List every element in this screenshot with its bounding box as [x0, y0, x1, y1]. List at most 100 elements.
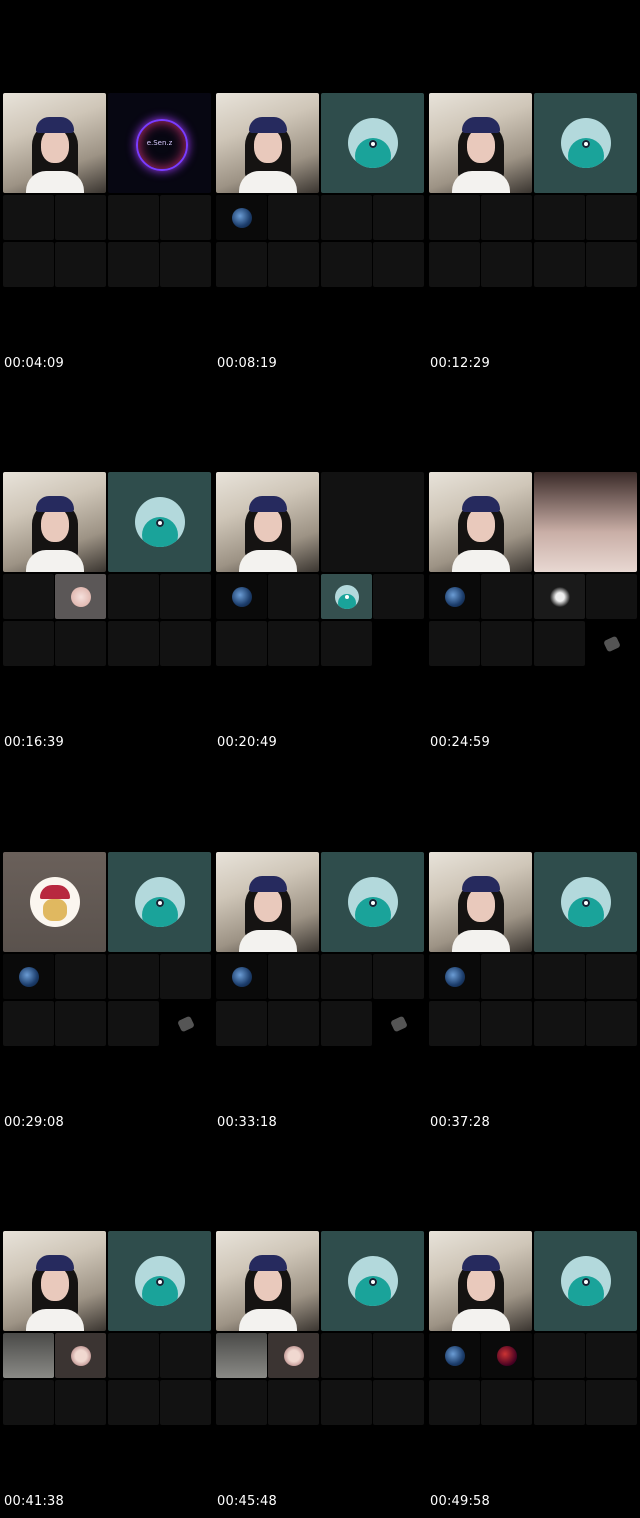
- participant-tile: [108, 1001, 159, 1046]
- person-part: [253, 1267, 282, 1301]
- timestamp: 00:29:08: [4, 1115, 64, 1130]
- participant-tile: [108, 574, 159, 619]
- participant-tile: [373, 1001, 424, 1046]
- participant-tile: [481, 954, 532, 999]
- video-tile-secondary: [321, 93, 424, 193]
- mascot-icon: [347, 118, 398, 168]
- timestamp: 00:33:18: [217, 1115, 277, 1130]
- participant-tile: [55, 1001, 106, 1046]
- participant-tile: [3, 242, 54, 287]
- thumbnail-5[interactable]: [216, 472, 424, 668]
- participant-tile: [216, 1333, 267, 1378]
- participant-tile: [160, 195, 211, 240]
- participant-tile: [216, 954, 267, 999]
- thumbnail-12[interactable]: [429, 1231, 637, 1427]
- participant-tile: [3, 954, 54, 999]
- person: [237, 109, 299, 193]
- thumbnail-2[interactable]: [216, 93, 424, 289]
- mascot-icon: [134, 1256, 185, 1306]
- person-part: [25, 1309, 84, 1331]
- video-tile-main: [3, 852, 106, 952]
- participant-tile: [321, 242, 372, 287]
- participant-tile: [429, 621, 480, 666]
- participant-tile: [268, 574, 319, 619]
- participant-tile: [429, 242, 480, 287]
- person: [237, 488, 299, 572]
- video-tile-secondary: [321, 1231, 424, 1331]
- timestamp: 00:45:48: [217, 1494, 277, 1509]
- person-part: [461, 876, 500, 892]
- video-tile-secondary: [534, 1231, 637, 1331]
- participant-tile: [268, 242, 319, 287]
- video-tile-main: [216, 852, 319, 952]
- person: [24, 488, 86, 572]
- participant-tile: [321, 954, 372, 999]
- thumbnail-8[interactable]: [216, 852, 424, 1048]
- video-tile-main: [3, 472, 106, 572]
- video-tile-main: [429, 1231, 532, 1331]
- participant-tile: [586, 195, 637, 240]
- cat-avatar-icon: [549, 586, 570, 607]
- participant-tile: [429, 954, 480, 999]
- person: [450, 1247, 512, 1331]
- participant-tile: [160, 574, 211, 619]
- participant-tile: [586, 1001, 637, 1046]
- participant-tile: [3, 1380, 54, 1425]
- person: [24, 109, 86, 193]
- video-tile-secondary: [321, 852, 424, 952]
- participant-tile: [534, 954, 585, 999]
- person-part: [253, 129, 282, 163]
- thumbnail-4[interactable]: [3, 472, 211, 668]
- person-part: [451, 550, 510, 572]
- participant-tile: [481, 1001, 532, 1046]
- participant-tile: [481, 242, 532, 287]
- participant-tile: [216, 195, 267, 240]
- person: [237, 1247, 299, 1331]
- participant-tile: [481, 621, 532, 666]
- thumbnail-9[interactable]: [429, 852, 637, 1048]
- participant-tile: [108, 621, 159, 666]
- camera-object-icon: [389, 1015, 408, 1032]
- participant-tile: [534, 195, 585, 240]
- mascot-icon: [347, 1256, 398, 1306]
- participant-tile: [3, 195, 54, 240]
- thumbnail-11[interactable]: [216, 1231, 424, 1427]
- earth-avatar-icon: [231, 586, 252, 607]
- person-part: [466, 508, 495, 542]
- video-tile-main: [429, 472, 532, 572]
- thumbnail-10[interactable]: [3, 1231, 211, 1427]
- earth-avatar-icon: [444, 966, 465, 987]
- mascot-icon: [560, 877, 611, 927]
- person-part: [466, 1267, 495, 1301]
- participant-tile: [55, 1333, 106, 1378]
- person-part: [40, 129, 69, 163]
- participant-tile: [321, 195, 372, 240]
- participant-tile: [429, 574, 480, 619]
- participant-tile: [534, 1333, 585, 1378]
- red-avatar-icon: [496, 1345, 517, 1366]
- video-tile-main: [429, 93, 532, 193]
- video-tile-main: [216, 1231, 319, 1331]
- video-tile-secondary: [321, 472, 424, 572]
- timestamp: 00:08:19: [217, 356, 277, 371]
- thumbnail-6[interactable]: [429, 472, 637, 668]
- timestamp: 00:12:29: [430, 356, 490, 371]
- video-tile-main: [3, 1231, 106, 1331]
- thumbnail-3[interactable]: [429, 93, 637, 289]
- video-tile-secondary: e.Sen.z: [108, 93, 211, 193]
- participant-tile: [3, 621, 54, 666]
- person: [24, 1247, 86, 1331]
- participant-tile: [586, 621, 637, 666]
- participant-tile: [108, 954, 159, 999]
- participant-tile: [216, 621, 267, 666]
- participant-tile: [373, 195, 424, 240]
- person-part: [461, 117, 500, 133]
- participant-tile: [268, 1380, 319, 1425]
- participant-tile: [216, 574, 267, 619]
- thumbnail-1[interactable]: e.Sen.z: [3, 93, 211, 289]
- timestamp: 00:41:38: [4, 1494, 64, 1509]
- thumbnail-7[interactable]: [3, 852, 211, 1048]
- person-part: [238, 930, 297, 952]
- participant-tile: [55, 195, 106, 240]
- character-avatar-icon: [29, 877, 80, 927]
